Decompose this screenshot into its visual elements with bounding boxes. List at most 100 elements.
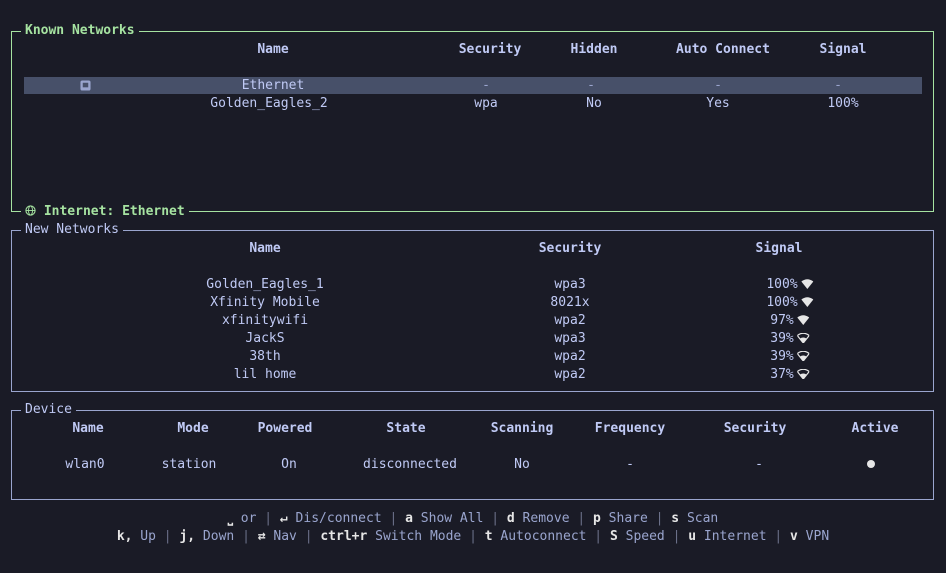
help-separator: | (296, 529, 321, 544)
wifi-signal-icon (796, 350, 811, 366)
help-action: Dis/connect (287, 511, 382, 526)
help-separator: | (234, 529, 258, 544)
known-header-hidden: Hidden (570, 42, 618, 57)
help-action: Speed (617, 529, 665, 544)
new-cell-signal: 39% (770, 331, 811, 348)
known-networks-title: Known Networks (21, 23, 139, 39)
wifi-signal-icon (796, 332, 811, 348)
known-cell-signal: - (834, 78, 842, 93)
device-cell-state: disconnected (363, 457, 457, 472)
new-header-signal: Signal (755, 241, 803, 256)
known-cell-auto: - (714, 78, 722, 93)
wifi-signal-icon (801, 296, 814, 312)
help-key: ⇄ (257, 529, 266, 544)
help-action: Remove (514, 511, 570, 526)
help-key: d (506, 511, 515, 526)
help-key: a (405, 511, 413, 526)
wifi-signal-icon (797, 314, 810, 330)
wifi-signal-icon (801, 278, 814, 294)
help-separator: | (264, 511, 280, 526)
selected-row-highlight (24, 77, 922, 94)
new-cell-signal: 37% (770, 367, 811, 384)
known-cell-auto: Yes (706, 96, 730, 111)
known-cell-security: wpa (474, 96, 498, 111)
device-title: Device (21, 402, 76, 418)
new-networks-title: New Networks (21, 222, 123, 238)
new-cell-signal: 100% (766, 277, 814, 294)
device-header-security: Security (723, 421, 787, 436)
signal-percent: 97% (770, 313, 794, 328)
wifi-signal-icon (796, 368, 811, 384)
signal-percent: 37% (770, 367, 794, 382)
help-action: Down (195, 529, 235, 544)
help-action: Up (132, 529, 156, 544)
new-cell-security: wpa2 (554, 349, 586, 364)
known-header-signal: Signal (819, 42, 867, 57)
new-cell-name: JackS (245, 331, 285, 346)
new-cell-name: 38th (249, 349, 281, 364)
new-header-name: Name (249, 241, 281, 256)
help-separator: | (381, 511, 406, 526)
help-key: ctrl+r (320, 529, 368, 544)
help-action: Internet (696, 529, 767, 544)
internet-status-label: Internet: Ethernet (21, 204, 189, 220)
known-cell-name: Ethernet (241, 78, 305, 93)
help-action: VPN (797, 529, 830, 544)
new-cell-signal: 97% (770, 313, 810, 330)
help-separator: | (586, 529, 610, 544)
new-cell-security: wpa3 (554, 277, 586, 292)
help-action: Show All (412, 511, 484, 526)
device-cell-active (867, 457, 875, 473)
new-cell-security: wpa3 (554, 331, 586, 346)
active-indicator-icon (867, 460, 875, 468)
device-cell-frequency: - (626, 457, 634, 472)
new-cell-name: lil home (233, 367, 297, 382)
device-header-mode: Mode (177, 421, 209, 436)
new-cell-security: wpa2 (554, 313, 586, 328)
new-cell-name: Golden_Eagles_1 (206, 277, 324, 292)
help-separator: | (461, 529, 485, 544)
new-header-security: Security (538, 241, 602, 256)
new-cell-signal: 39% (770, 349, 811, 366)
device-panel: Device Name Mode Powered State Scanning … (11, 402, 934, 500)
device-cell-scanning: No (514, 457, 530, 472)
device-header-powered: Powered (257, 421, 313, 436)
new-networks-panel: New Networks Name Security Signal Golden… (11, 222, 934, 392)
known-header-auto-connect: Auto Connect (676, 42, 770, 57)
new-cell-signal: 100% (766, 295, 814, 312)
known-header-name: Name (257, 42, 289, 57)
new-cell-security: wpa2 (554, 367, 586, 382)
device-header-name: Name (72, 421, 104, 436)
known-networks-panel: Known Networks Internet: Ethernet Name S… (11, 23, 934, 220)
help-key: S (609, 529, 618, 544)
device-header-active: Active (851, 421, 899, 436)
signal-percent: 100% (766, 295, 798, 310)
new-cell-name: Xfinity Mobile (210, 295, 320, 310)
help-key: s (671, 511, 680, 526)
help-action: Switch Mode (367, 529, 462, 544)
help-separator: | (569, 511, 594, 526)
globe-icon (25, 204, 44, 219)
help-separator: | (766, 529, 791, 544)
signal-percent: 39% (770, 331, 794, 346)
help-separator: | (664, 529, 689, 544)
help-line-1: ⎵ or | ↵ Dis/connect | a Show All | d Re… (0, 511, 946, 527)
device-header-scanning: Scanning (490, 421, 554, 436)
help-action: Autoconnect (492, 529, 587, 544)
device-header-state: State (386, 421, 426, 436)
device-cell-mode: station (161, 457, 217, 472)
known-cell-hidden: No (586, 96, 602, 111)
help-key: j, (179, 529, 196, 544)
device-cell-security: - (755, 457, 763, 472)
device-cell-name: wlan0 (65, 457, 105, 472)
internet-status-text: Internet: Ethernet (43, 204, 185, 219)
new-cell-name: xfinitywifi (221, 313, 309, 328)
device-cell-powered: On (281, 457, 297, 472)
help-key: ↵ (279, 511, 288, 526)
known-header-security: Security (458, 42, 522, 57)
known-cell-hidden: - (587, 78, 595, 93)
new-cell-security: 8021x (550, 295, 590, 310)
help-line-2: k, Up | j, Down | ⇄ Nav | ctrl+r Switch … (0, 529, 946, 545)
known-cell-signal: 100% (827, 96, 859, 111)
known-cell-security: - (482, 78, 490, 93)
